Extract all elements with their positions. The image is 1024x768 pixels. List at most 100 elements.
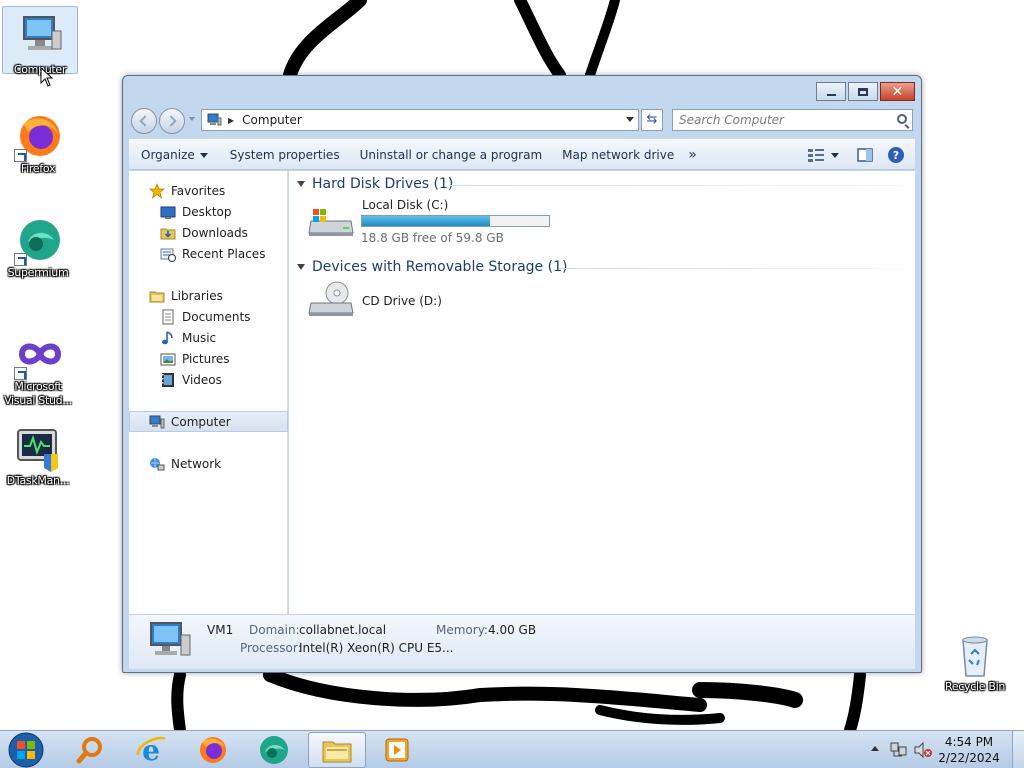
nav-label: Videos [182, 372, 222, 387]
breadcrumb-computer[interactable]: Computer [242, 113, 302, 127]
nav-label: Libraries [171, 288, 223, 303]
videos-icon [160, 372, 176, 388]
clock-time: 4:54 PM [944, 735, 994, 749]
nav-label: Computer [171, 414, 231, 429]
desktop-icon-dtaskmanager[interactable]: DTaskMan... [0, 418, 76, 488]
nav-label: Desktop [182, 204, 232, 219]
desktop-icon-computer[interactable]: Computer [2, 6, 78, 76]
nav-desktop[interactable]: Desktop [129, 201, 288, 222]
nav-music[interactable]: Music [129, 327, 288, 348]
processor-value: Intel(R) Xeon(R) CPU E5... [299, 641, 454, 655]
nav-label: Music [182, 330, 217, 345]
view-options-icon [808, 149, 824, 162]
taskbar-media-player[interactable] [368, 732, 426, 768]
nav-network[interactable]: Network [129, 453, 288, 474]
address-bar[interactable]: ▶ Computer [201, 109, 639, 131]
refresh-button[interactable]: ⇆ [641, 109, 663, 131]
nav-label: Pictures [182, 351, 230, 366]
taskbar-supermium[interactable] [245, 732, 303, 768]
desktop-icon-firefox[interactable]: Firefox [0, 106, 76, 176]
breadcrumb-separator-icon[interactable]: ▶ [228, 116, 234, 125]
search-box[interactable] [672, 109, 913, 131]
start-button[interactable] [6, 732, 46, 768]
internet-explorer-icon: e [136, 735, 166, 765]
taskbar: e 4:54 PM 2/22/2024 [0, 730, 1024, 768]
group-hard-disk-drives[interactable]: Hard Disk Drives (1) [297, 174, 453, 194]
taskbar-firefox[interactable] [183, 732, 241, 768]
content-pane: Hard Disk Drives (1) Local Disk (C:) 18.… [289, 171, 915, 614]
show-desktop-button[interactable] [1012, 731, 1024, 768]
view-controls: ? [807, 143, 909, 167]
recent-places-icon [160, 246, 176, 262]
drive-name: Local Disk (C:) [362, 198, 449, 212]
nav-libraries[interactable]: Libraries [129, 285, 288, 306]
nav-videos[interactable]: Videos [129, 369, 288, 390]
address-dropdown-icon[interactable] [626, 117, 634, 122]
desktop-icon-recycle-bin[interactable]: Recycle Bin [937, 624, 1013, 694]
libraries-icon [149, 288, 165, 304]
collapse-triangle-icon [297, 181, 305, 187]
desktop-icon-supermium[interactable]: Supermium [0, 210, 76, 280]
drive-local-disk-c[interactable]: Local Disk (C:) 18.8 GB free of 59.8 GB [301, 198, 591, 246]
show-hidden-icons-button[interactable] [871, 746, 879, 751]
help-button[interactable]: ? [883, 143, 909, 167]
group-title: Hard Disk Drives (1) [312, 176, 454, 192]
organize-label: Organize [141, 147, 195, 162]
shortcut-arrow-icon [14, 253, 27, 266]
search-input[interactable] [679, 112, 884, 128]
minimize-button[interactable] [816, 82, 846, 101]
memory-value: 4.00 GB [488, 623, 537, 637]
computer-icon [150, 622, 191, 656]
system-properties-button[interactable]: System properties [220, 143, 350, 167]
pictures-icon [160, 351, 176, 367]
more-commands-button[interactable]: » [684, 143, 701, 167]
search-icon[interactable] [897, 114, 907, 124]
computer-name: VM1 [207, 623, 234, 637]
nav-computer[interactable]: Computer [129, 411, 288, 432]
nav-label: Recent Places [182, 246, 266, 261]
nav-documents[interactable]: Documents [129, 306, 288, 327]
clock-date: 2/22/2024 [938, 751, 1000, 765]
forward-button[interactable] [159, 108, 185, 134]
network-status-icon[interactable] [889, 741, 909, 759]
nav-recent-places[interactable]: Recent Places [129, 243, 288, 264]
taskbar-internet-explorer[interactable]: e [122, 732, 180, 768]
details-pane: VM1 Domain: collabnet.local Memory: 4.00… [129, 614, 915, 669]
preview-pane-icon [857, 148, 873, 162]
close-button[interactable]: ✕ [880, 82, 915, 101]
change-view-button[interactable] [807, 143, 847, 167]
taskbar-search-app[interactable] [61, 732, 119, 768]
nav-pictures[interactable]: Pictures [129, 348, 288, 369]
desktop-icon-visual-studio[interactable]: Microsoft Visual Stud... [0, 324, 76, 408]
recent-pages-dropdown-icon[interactable] [189, 117, 195, 121]
taskbar-file-explorer[interactable] [308, 732, 366, 768]
mouse-cursor-icon [40, 67, 54, 87]
maximize-icon [858, 87, 868, 96]
processor-label: Processor: [240, 641, 302, 655]
computer-icon [207, 113, 222, 126]
back-button[interactable] [131, 108, 157, 134]
uninstall-program-button[interactable]: Uninstall or change a program [350, 143, 553, 167]
desktop-icon-label: Firefox [20, 162, 56, 175]
magnifier-icon [76, 737, 102, 764]
organize-menu[interactable]: Organize [131, 143, 218, 167]
nav-favorites[interactable]: Favorites [129, 180, 288, 201]
domain-label: Domain: [249, 623, 300, 637]
preview-pane-button[interactable] [847, 143, 883, 167]
disk-usage-bar [361, 215, 550, 227]
memory-label: Memory: [436, 623, 488, 637]
computer-icon [149, 414, 165, 430]
group-divider [449, 185, 905, 186]
drive-free-space: 18.8 GB free of 59.8 GB [361, 231, 504, 245]
minimize-icon [826, 93, 836, 96]
close-icon: ✕ [891, 83, 904, 100]
drive-cd-d[interactable]: CD Drive (D:) [301, 281, 501, 321]
desktop-folder-icon [160, 204, 176, 220]
task-manager-icon [14, 424, 62, 472]
map-network-drive-button[interactable]: Map network drive [552, 143, 684, 167]
maximize-button[interactable] [848, 82, 878, 101]
volume-muted-icon[interactable] [913, 741, 933, 759]
nav-downloads[interactable]: Downloads [129, 222, 288, 243]
group-removable-storage-header[interactable]: Devices with Removable Storage (1) [297, 257, 567, 277]
system-clock[interactable]: 4:54 PM 2/22/2024 [934, 734, 1004, 766]
